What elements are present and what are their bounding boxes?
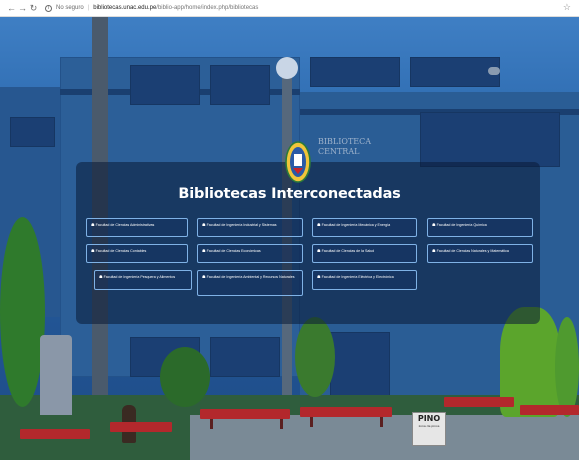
building-window xyxy=(410,57,500,87)
star-icon[interactable]: ☆ xyxy=(563,2,571,13)
faculty-button[interactable]: ☗Facultad de Ingeniería Industrial y Sis… xyxy=(197,218,303,237)
shrub xyxy=(160,347,210,407)
back-arrow-icon[interactable]: ← xyxy=(6,1,17,15)
red-bench xyxy=(520,405,579,415)
pino-sign-title: PINO xyxy=(417,414,441,423)
red-bench xyxy=(20,429,90,439)
reload-icon[interactable]: ↻ xyxy=(28,1,39,15)
faculty-button[interactable]: ☗Facultad de Ingeniería Pesquera y Alime… xyxy=(94,270,192,290)
faculty-button-label: Facultad de Ciencias Administrativas xyxy=(95,223,155,227)
building-icon: ☗ xyxy=(317,274,321,279)
shrub xyxy=(295,317,335,397)
red-bench xyxy=(300,407,392,417)
faculty-button-label: Facultad de Ingeniería Ambiental y Recur… xyxy=(206,275,295,279)
red-bench xyxy=(200,409,290,419)
building-sign-line: BIBLIOTECA xyxy=(318,137,372,146)
building-icon: ☗ xyxy=(202,274,206,279)
university-shield-logo xyxy=(285,141,311,183)
pino-sign: PINO zona de pinos xyxy=(412,412,446,446)
faculty-button[interactable]: ☗Facultad de Ingeniería Eléctrica y Elec… xyxy=(312,270,417,290)
bench-leg xyxy=(280,419,283,429)
faculty-button[interactable]: ☗Facultad de Ingeniería Química xyxy=(427,218,533,237)
red-bench xyxy=(110,422,172,432)
faculty-button[interactable]: ☗Facultad de Ciencias Naturales y Matemá… xyxy=(427,244,533,263)
building-window xyxy=(420,112,560,167)
faculty-button-label: Facultad de Ciencias de la Salud xyxy=(321,249,375,253)
building-icon: ☗ xyxy=(202,248,206,253)
building-sign-line: CENTRAL xyxy=(318,147,360,156)
building-icon: ☗ xyxy=(202,222,206,227)
bench-leg xyxy=(380,417,383,427)
faculty-button-label: Facultad de Ciencias Contables xyxy=(95,249,147,253)
faculty-button-label: Facultad de Ciencias Económicas xyxy=(206,249,261,253)
building-icon: ☗ xyxy=(91,248,95,253)
faculty-button[interactable]: ☗Facultad de Ingeniería Ambiental y Recu… xyxy=(197,270,303,296)
address-separator: | xyxy=(87,5,90,11)
faculty-button-label: Facultad de Ingeniería Pesquera y Alimen… xyxy=(103,275,176,279)
bench-leg xyxy=(210,419,213,429)
forward-arrow-icon[interactable]: → xyxy=(17,1,28,15)
faculty-button-label: Facultad de Ingeniería Eléctrica y Elect… xyxy=(321,275,394,279)
faculty-button-label: Facultad de Ciencias Naturales y Matemát… xyxy=(436,249,509,253)
faculty-button[interactable]: ☗Facultad de Ingeniería Mecánica y Energ… xyxy=(312,218,417,237)
page-title: Bibliotecas Interconectadas xyxy=(178,186,401,202)
faculty-button-label: Facultad de Ingeniería Industrial y Sist… xyxy=(206,223,277,227)
building-window xyxy=(10,117,55,147)
tree xyxy=(0,217,45,407)
faculty-button[interactable]: ☗Facultad de Ciencias de la Salud xyxy=(312,244,417,263)
building-icon: ☗ xyxy=(432,222,436,227)
faculty-button[interactable]: ☗Facultad de Ciencias Económicas xyxy=(197,244,303,263)
building-doorway xyxy=(330,332,390,402)
building-icon: ☗ xyxy=(91,222,95,227)
red-bench xyxy=(444,397,514,407)
pino-sign-text: zona de pinos xyxy=(418,424,440,428)
fountain xyxy=(40,335,72,415)
building-window xyxy=(210,65,270,105)
security-label[interactable]: No seguro xyxy=(56,5,84,11)
street-lamp xyxy=(276,57,298,79)
site-info-icon[interactable]: i xyxy=(45,4,52,12)
building-icon: ☗ xyxy=(99,274,103,279)
building-window xyxy=(130,65,200,105)
address-bar-path[interactable]: /biblio-app/home/index.php/bibliotecas xyxy=(156,5,258,11)
building-icon: ☗ xyxy=(317,222,321,227)
faculty-button[interactable]: ☗Facultad de Ciencias Contables xyxy=(86,244,188,263)
address-bar-host[interactable]: bibliotecas.unac.edu.pe xyxy=(93,5,156,11)
browser-toolbar: ← → ↻ i No seguro | bibliotecas.unac.edu… xyxy=(0,0,579,17)
faculty-button[interactable]: ☗Facultad de Ciencias Administrativas xyxy=(86,218,188,237)
building-window xyxy=(310,57,400,87)
faculty-button-label: Facultad de Ingeniería Mecánica y Energí… xyxy=(321,223,391,227)
tree xyxy=(555,317,579,417)
street-lamp xyxy=(488,67,500,75)
bench-leg xyxy=(310,417,313,427)
building-icon: ☗ xyxy=(317,248,321,253)
walkway xyxy=(190,415,579,460)
building-icon: ☗ xyxy=(432,248,436,253)
building-window xyxy=(210,337,280,377)
faculty-button-label: Facultad de Ingeniería Química xyxy=(436,223,487,227)
